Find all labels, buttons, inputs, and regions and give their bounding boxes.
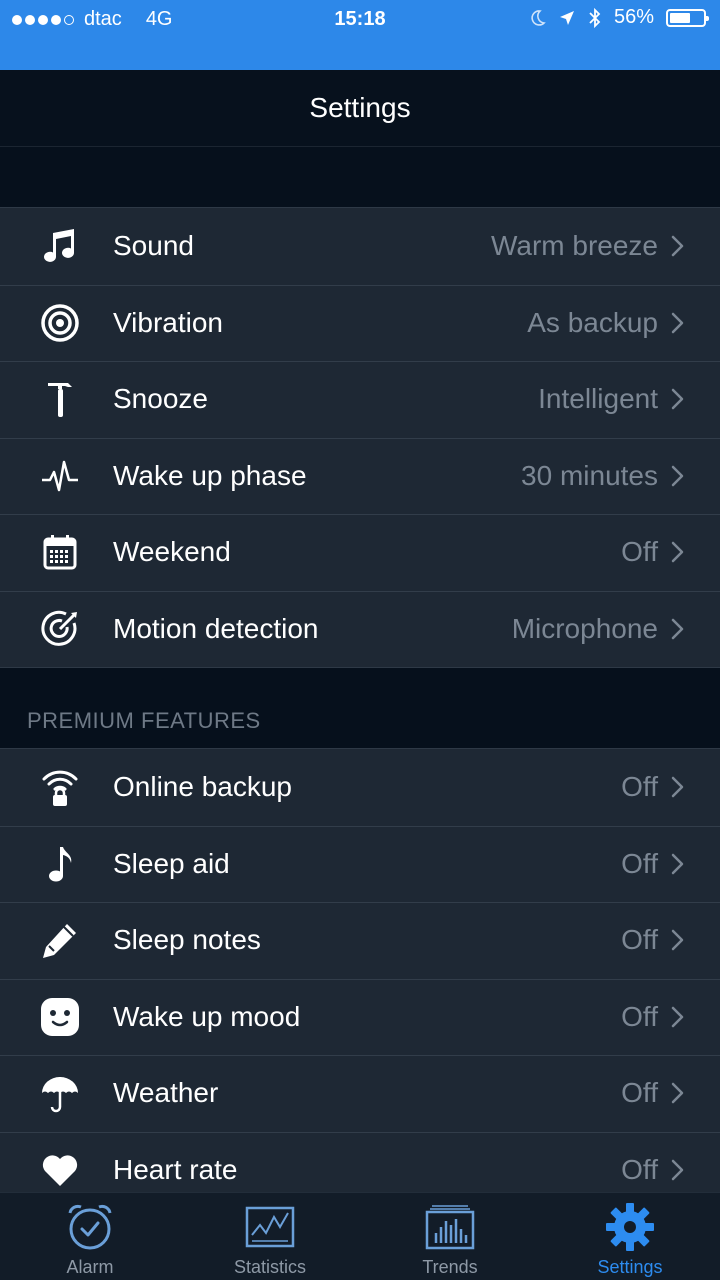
tab-label: Statistics — [233, 1257, 307, 1277]
umbrella-icon — [38, 1071, 82, 1115]
alarm-clock-icon — [64, 1203, 116, 1251]
setting-label: Heart rate — [113, 1153, 238, 1185]
setting-value: Off — [621, 1077, 658, 1109]
bluetooth-icon — [589, 7, 601, 28]
setting-value: Off — [621, 536, 658, 568]
do-not-disturb-moon-icon — [531, 9, 546, 26]
tab-statistics[interactable]: Statistics — [180, 1193, 360, 1280]
tab-label: Settings — [597, 1257, 663, 1277]
setting-label: Wake up mood — [113, 1000, 301, 1032]
location-arrow-icon — [559, 10, 574, 25]
battery-percent: 56% — [613, 6, 654, 28]
trends-bars-icon — [424, 1203, 476, 1251]
setting-value: Intelligent — [538, 383, 658, 415]
statistics-graph-icon — [244, 1203, 296, 1251]
chevron-right-icon — [671, 853, 684, 874]
heart-icon — [38, 1148, 82, 1192]
setting-row-sound[interactable]: Sound Warm breeze — [0, 208, 720, 285]
setting-value: Off — [621, 924, 658, 956]
setting-label: Snooze — [113, 383, 208, 415]
setting-label: Sleep notes — [113, 924, 261, 956]
setting-label: Wake up phase — [113, 459, 307, 491]
tab-settings[interactable]: Settings — [540, 1193, 720, 1280]
setting-label: Weekend — [113, 536, 231, 568]
setting-value: Off — [621, 771, 658, 803]
tab-bar: Alarm Statistics Trends Settings — [0, 1192, 720, 1280]
setting-value: Microphone — [511, 612, 658, 644]
setting-label: Vibration — [113, 306, 224, 338]
chevron-right-icon — [671, 389, 684, 410]
setting-row-wake-up-mood[interactable]: Wake up mood Off — [0, 978, 720, 1056]
setting-row-sleep-aid[interactable]: Sleep aid Off — [0, 825, 720, 903]
settings-list: Sound Warm breeze Vibration As backup Sn… — [0, 207, 720, 668]
setting-row-motion-detection[interactable]: Motion detection Microphone — [0, 590, 720, 668]
setting-label: Online backup — [113, 771, 293, 803]
navigation-bar: Settings — [0, 70, 720, 147]
chevron-right-icon — [671, 618, 684, 639]
setting-label: Weather — [113, 1077, 219, 1109]
motion-radar-icon — [38, 607, 82, 651]
setting-value: As backup — [527, 306, 658, 338]
battery-icon — [666, 8, 709, 27]
chevron-right-icon — [671, 1083, 684, 1104]
setting-value: Off — [621, 1000, 658, 1032]
chevron-right-icon — [671, 1159, 684, 1180]
chevron-right-icon — [671, 312, 684, 333]
premium-features-header: PREMIUM FEATURES — [27, 708, 261, 733]
tab-alarm[interactable]: Alarm — [0, 1193, 180, 1280]
chevron-right-icon — [671, 930, 684, 951]
gear-icon — [604, 1203, 656, 1251]
chevron-right-icon — [671, 777, 684, 798]
setting-row-wake-up-phase[interactable]: Wake up phase 30 minutes — [0, 437, 720, 515]
setting-label: Motion detection — [113, 612, 319, 644]
tab-label: Trends — [422, 1257, 478, 1277]
setting-row-snooze[interactable]: Snooze Intelligent — [0, 361, 720, 438]
tab-trends[interactable]: Trends — [360, 1193, 540, 1280]
setting-value: Warm breeze — [490, 230, 658, 262]
wifi-lock-icon — [38, 765, 82, 809]
setting-label: Sound — [113, 230, 194, 262]
chevron-right-icon — [671, 465, 684, 486]
setting-row-sleep-notes[interactable]: Sleep notes Off — [0, 902, 720, 979]
chevron-right-icon — [671, 236, 684, 257]
setting-row-weekend[interactable]: Weekend Off — [0, 514, 720, 591]
setting-label: Sleep aid — [113, 847, 230, 879]
target-icon — [38, 301, 82, 345]
hammer-icon — [38, 377, 82, 421]
calendar-icon — [38, 530, 82, 574]
music-note-icon — [38, 842, 82, 886]
chevron-right-icon — [671, 542, 684, 563]
pencil-icon — [38, 918, 82, 962]
setting-value: Off — [621, 847, 658, 879]
pulse-icon — [38, 454, 82, 498]
chevron-right-icon — [671, 1006, 684, 1027]
tab-label: Alarm — [66, 1257, 114, 1277]
page-title: Settings — [309, 92, 411, 123]
setting-value: 30 minutes — [521, 459, 658, 491]
setting-value: Off — [621, 1153, 658, 1185]
music-notes-icon — [38, 224, 82, 268]
status-bar: dtac 4G 15:18 56% — [0, 0, 720, 70]
setting-row-weather[interactable]: Weather Off — [0, 1055, 720, 1132]
setting-row-vibration[interactable]: Vibration As backup — [0, 284, 720, 362]
setting-row-online-backup[interactable]: Online backup Off — [0, 749, 720, 826]
premium-features-list: Online backup Off Sleep aid Off Sleep no… — [0, 748, 720, 1208]
smiley-icon — [38, 995, 82, 1039]
